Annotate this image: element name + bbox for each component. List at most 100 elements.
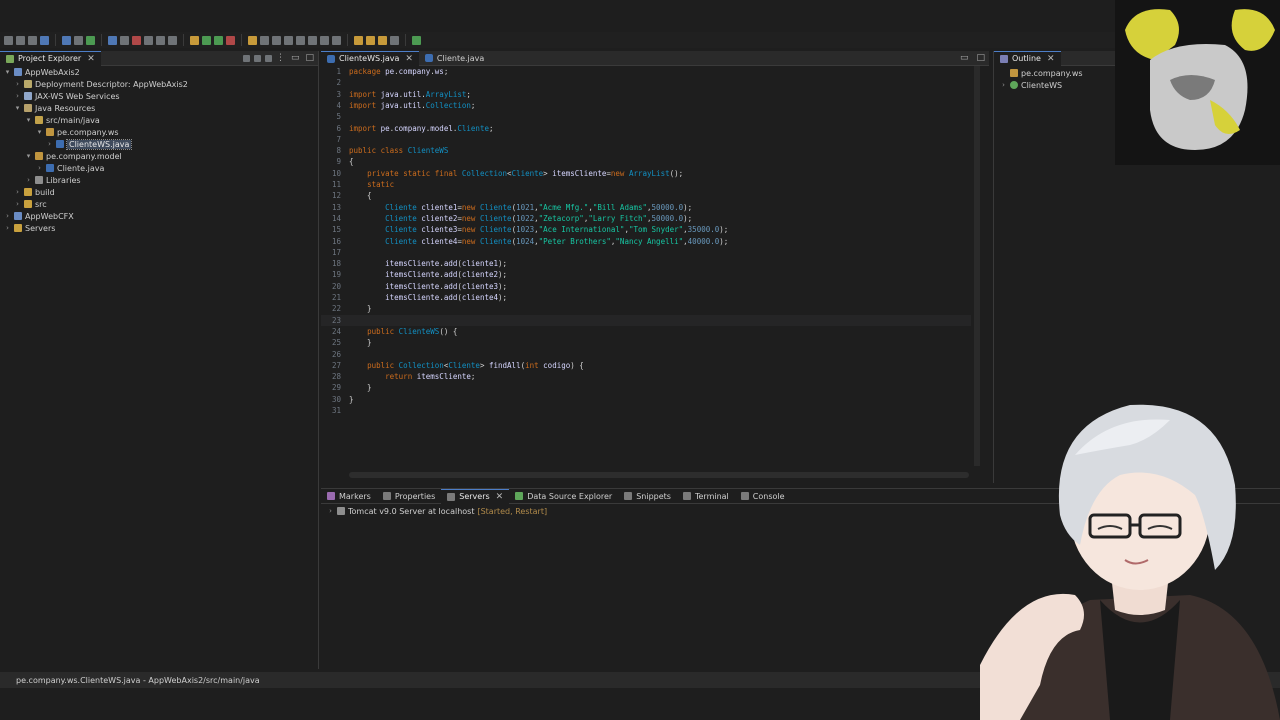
code-area[interactable]: 1 package pe.company.ws; 2 3 import java.uti…	[321, 66, 976, 468]
close-icon[interactable]: ✕	[87, 54, 95, 64]
expand-arrow-icon[interactable]: ▾	[25, 152, 32, 160]
code-line[interactable]: 5	[321, 111, 971, 122]
close-icon[interactable]: ✕	[496, 492, 504, 502]
tab-terminal[interactable]: Terminal	[677, 489, 735, 503]
close-icon[interactable]: ✕	[405, 54, 413, 64]
stop-icon[interactable]	[132, 35, 141, 45]
code-line[interactable]: 14 Cliente cliente2=new Cliente(1022,"Ze…	[321, 213, 971, 224]
tree-item-src-main-java[interactable]: ▾ src/main/java	[25, 114, 100, 126]
perspective-icon[interactable]	[190, 35, 199, 45]
code-line[interactable]: 15 Cliente cliente3=new Cliente(1023,"Ac…	[321, 224, 971, 235]
expand-arrow-icon[interactable]: ▾	[4, 68, 11, 76]
tab-clientews[interactable]: ClienteWS.java ✕	[321, 50, 419, 66]
tree-item-libraries[interactable]: › Libraries	[25, 174, 80, 186]
link-editor-icon[interactable]	[253, 54, 261, 62]
code-line[interactable]: 16 Cliente cliente4=new Cliente(1024,"Pe…	[321, 236, 971, 247]
code-line[interactable]: 23	[321, 314, 971, 326]
tree-item-cliente[interactable]: › Cliente.java	[36, 162, 104, 174]
collapse-arrow-icon[interactable]: ›	[14, 92, 21, 100]
tab-data-source-explorer[interactable]: Data Source Explorer	[509, 489, 618, 503]
tab-properties[interactable]: Properties	[377, 489, 441, 503]
code-line[interactable]: 26	[321, 349, 971, 360]
debug-icon[interactable]	[86, 35, 95, 45]
collapse-arrow-icon[interactable]: ›	[14, 80, 21, 88]
run-dropdown-icon[interactable]	[214, 35, 223, 45]
code-line[interactable]: 6 import pe.company.model.Cliente;	[321, 123, 971, 134]
outline-item-class[interactable]: › ClienteWS	[1000, 79, 1062, 91]
tree-item-deployment-descriptor[interactable]: › Deployment Descriptor: AppWebAxis2	[14, 78, 188, 90]
tab-snippets[interactable]: Snippets	[618, 489, 677, 503]
tree-item-appwebaxis2[interactable]: ▾ AppWebAxis2	[4, 66, 80, 78]
code-line[interactable]: 17	[321, 247, 971, 258]
collapse-arrow-icon[interactable]: ›	[4, 224, 11, 232]
tree-item-clientews[interactable]: › ClienteWS.java	[46, 138, 133, 150]
server-row[interactable]: › Tomcat v9.0 Server at localhost [Start…	[327, 505, 547, 517]
step-return-icon[interactable]	[168, 35, 177, 45]
code-line[interactable]: 29 }	[321, 382, 971, 393]
tab-project-explorer[interactable]: Project Explorer ✕	[0, 50, 101, 66]
code-line[interactable]: 7	[321, 134, 971, 145]
next-edit-icon[interactable]	[366, 35, 375, 45]
code-line[interactable]: 24 public ClienteWS() {	[321, 326, 971, 337]
code-line[interactable]: 2	[321, 77, 971, 88]
maximize-icon[interactable]: □	[976, 53, 985, 63]
code-line[interactable]: 8 public class ClienteWS	[321, 145, 971, 156]
filter-icon[interactable]	[264, 54, 272, 62]
minimize-icon[interactable]: ▭	[960, 53, 969, 63]
tab-servers[interactable]: Servers ✕	[441, 488, 510, 504]
collapse-arrow-icon[interactable]: ›	[14, 188, 21, 196]
block-icon[interactable]	[308, 35, 317, 45]
code-line[interactable]: 12 {	[321, 190, 971, 201]
tree-item-jaxws[interactable]: › JAX-WS Web Services	[14, 90, 120, 102]
resume-icon[interactable]	[108, 35, 117, 45]
step-into-icon[interactable]	[144, 35, 153, 45]
expand-arrow-icon[interactable]: ▾	[36, 128, 43, 136]
save-icon[interactable]	[16, 35, 25, 45]
refresh-icon[interactable]	[62, 35, 71, 45]
maximize-icon[interactable]: □	[305, 53, 314, 63]
tree-item-build[interactable]: › build	[14, 186, 55, 198]
annotation-icon[interactable]	[284, 35, 293, 45]
collapse-arrow-icon[interactable]: ›	[36, 164, 43, 172]
view-menu-icon[interactable]: ⋮	[276, 53, 285, 63]
code-line[interactable]: 3 import java.util.ArrayList;	[321, 89, 971, 100]
code-line[interactable]: 27 public Collection<Cliente> findAll(in…	[321, 360, 971, 371]
code-line[interactable]: 4 import java.util.Collection;	[321, 100, 971, 111]
collapse-arrow-icon[interactable]: ›	[327, 507, 334, 515]
collapse-all-icon[interactable]	[242, 54, 250, 62]
collapse-arrow-icon[interactable]: ›	[14, 200, 21, 208]
open-type-icon[interactable]	[260, 35, 269, 45]
tree-item-src[interactable]: › src	[14, 198, 47, 210]
step-over-icon[interactable]	[156, 35, 165, 45]
suspend-icon[interactable]	[120, 35, 129, 45]
code-line[interactable]: 22 }	[321, 303, 971, 314]
tab-markers[interactable]: Markers	[321, 489, 377, 503]
run-icon[interactable]	[202, 35, 211, 45]
collapse-arrow-icon[interactable]: ›	[4, 212, 11, 220]
print-icon[interactable]	[28, 35, 37, 45]
new-icon[interactable]	[4, 35, 13, 45]
search-icon[interactable]	[74, 35, 83, 45]
tab-outline[interactable]: Outline ✕	[994, 50, 1061, 66]
tree-item-servers[interactable]: › Servers	[4, 222, 55, 234]
tree-item-appwebcfx[interactable]: › AppWebCFX	[4, 210, 74, 222]
code-line[interactable]: 13 Cliente cliente1=new Cliente(1021,"Ac…	[321, 202, 971, 213]
new-class-icon[interactable]	[248, 35, 257, 45]
code-line[interactable]: 11 static	[321, 179, 971, 190]
horizontal-scrollbar[interactable]	[349, 472, 969, 478]
tab-console[interactable]: Console	[735, 489, 791, 503]
code-line[interactable]: 20 itemsCliente.add(cliente3);	[321, 281, 971, 292]
external-tools-icon[interactable]	[226, 35, 235, 45]
code-line[interactable]: 21 itemsCliente.add(cliente4);	[321, 292, 971, 303]
tree-item-package-ws[interactable]: ▾ pe.company.ws	[36, 126, 119, 138]
tree-item-package-model[interactable]: ▾ pe.company.model	[25, 150, 122, 162]
search-tool-icon[interactable]	[272, 35, 281, 45]
code-line[interactable]: 9{	[321, 156, 971, 167]
tree-item-java-resources[interactable]: ▾ Java Resources	[14, 102, 96, 114]
outline-item-package[interactable]: pe.company.ws	[1010, 67, 1083, 79]
expand-arrow-icon[interactable]: ▾	[25, 116, 32, 124]
minimize-icon[interactable]: ▭	[291, 53, 300, 63]
collapse-arrow-icon[interactable]: ›	[25, 176, 32, 184]
code-line[interactable]: 19 itemsCliente.add(cliente2);	[321, 269, 971, 280]
code-line[interactable]: 30}	[321, 394, 971, 405]
